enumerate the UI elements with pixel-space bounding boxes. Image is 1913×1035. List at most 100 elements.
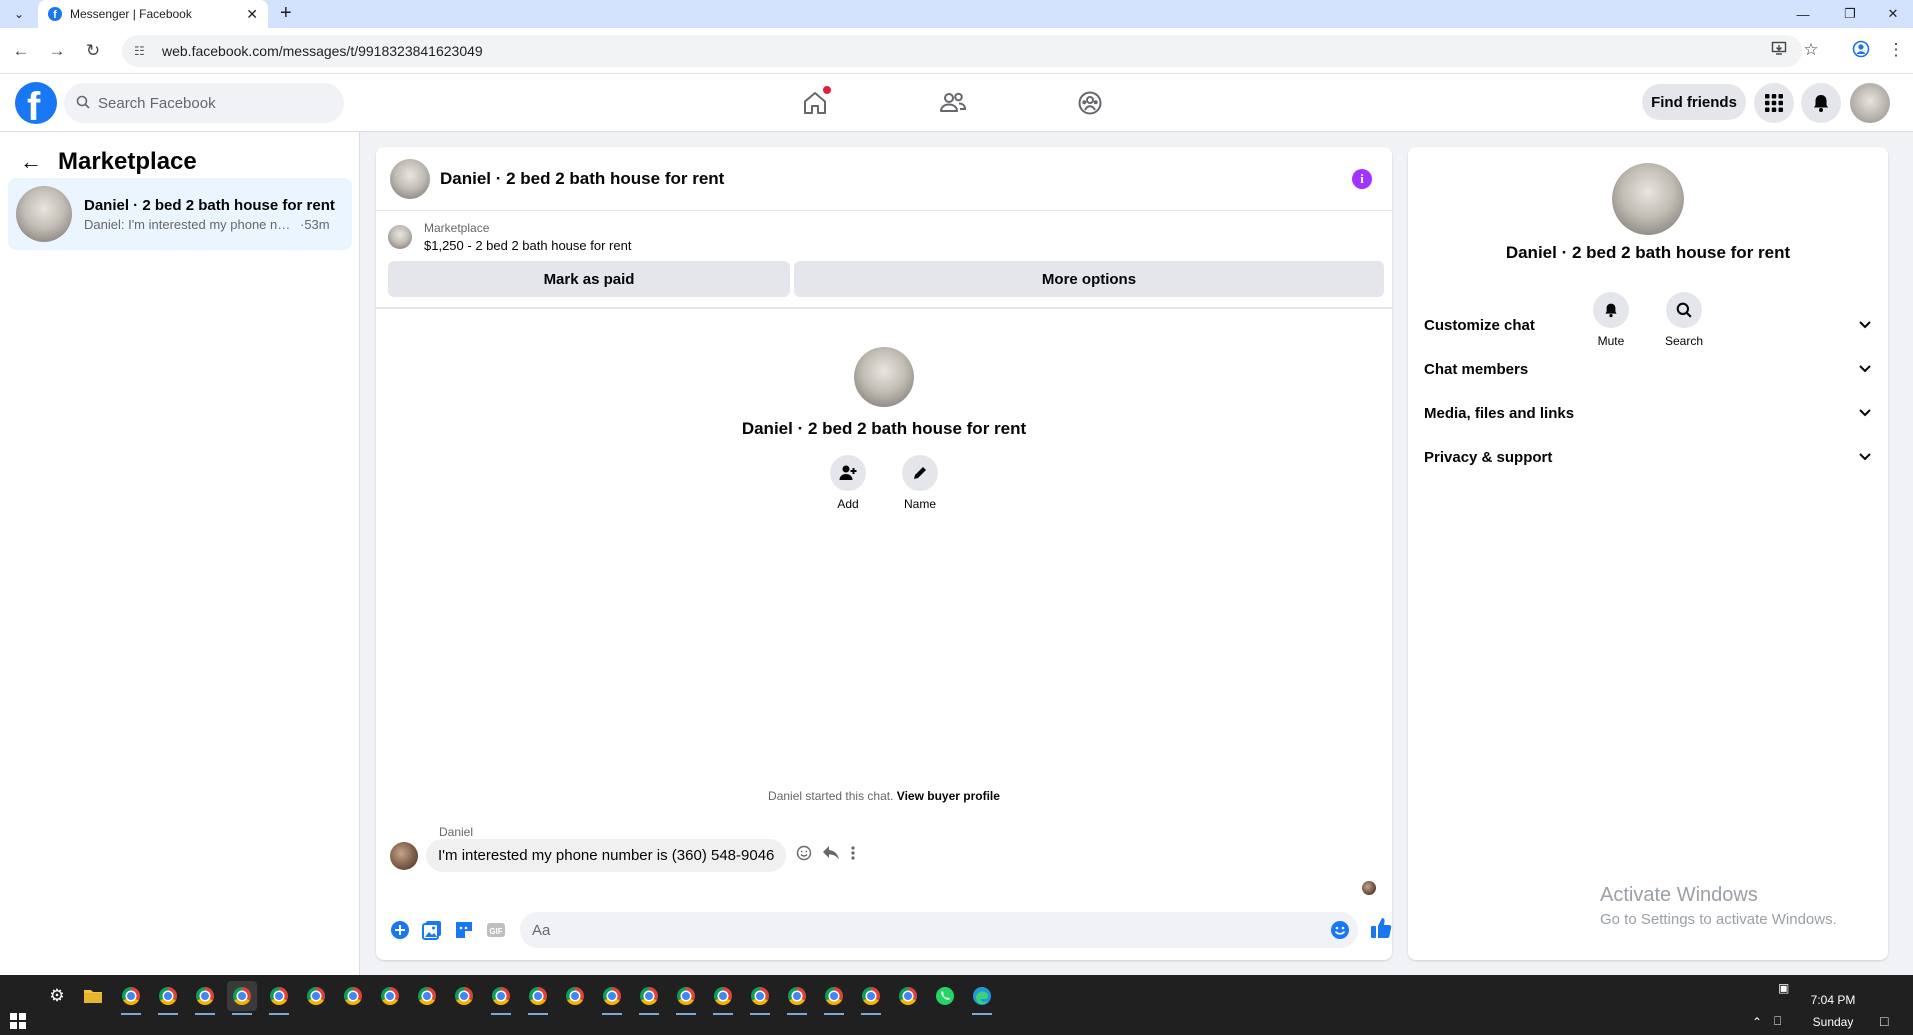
tab-close-icon[interactable]: ✕ <box>246 6 258 23</box>
notifications-button[interactable] <box>1801 83 1841 123</box>
chat-started-notice: Daniel started this chat. View buyer pro… <box>376 789 1392 803</box>
install-app-icon[interactable] <box>1768 40 1790 61</box>
chrome-taskbar-icon[interactable] <box>116 981 146 1015</box>
customize-chat-label: Customize chat <box>1424 316 1535 334</box>
marketplace-listing[interactable]: Marketplace $1,250 - 2 bed 2 bath house … <box>388 221 631 253</box>
whatsapp-icon[interactable] <box>930 981 960 1011</box>
clock-day[interactable]: Sunday <box>1808 1015 1858 1029</box>
chrome-taskbar-icon[interactable] <box>375 981 405 1011</box>
gif-icon[interactable]: GIF <box>486 920 506 940</box>
customize-chat-row[interactable]: Customize chat <box>1424 307 1872 343</box>
chrome-taskbar-icon[interactable] <box>893 981 923 1011</box>
file-explorer-icon[interactable] <box>78 981 108 1011</box>
chrome-taskbar-icon[interactable] <box>264 981 294 1015</box>
facebook-logo-icon[interactable]: f <box>15 82 57 124</box>
conversation-item[interactable]: Daniel · 2 bed 2 bath house for rent Dan… <box>8 178 352 250</box>
friends-nav-button[interactable] <box>923 82 983 124</box>
reply-icon[interactable] <box>822 845 840 866</box>
chat-header-avatar[interactable] <box>390 158 430 199</box>
photo-icon[interactable] <box>422 920 442 940</box>
bell-icon <box>1814 95 1828 112</box>
groups-nav-button[interactable] <box>1060 82 1120 124</box>
chevron-down-icon <box>1858 317 1872 334</box>
close-window-icon[interactable]: ✕ <box>1873 0 1913 28</box>
privacy-support-label: Privacy & support <box>1424 448 1553 466</box>
conversation-info-icon[interactable]: i <box>1352 169 1372 189</box>
notification-center-icon[interactable]: □ <box>1880 1013 1888 1029</box>
add-person-icon <box>839 465 857 480</box>
started-text: Daniel started this chat. <box>768 789 894 803</box>
chrome-taskbar-icon[interactable] <box>338 981 368 1011</box>
browser-menu-icon[interactable]: ⋮ <box>1885 40 1907 60</box>
chrome-taskbar-icon[interactable] <box>412 981 442 1011</box>
emoji-icon[interactable] <box>1330 920 1350 944</box>
home-nav-button[interactable] <box>785 82 845 124</box>
name-label: Name <box>903 497 936 511</box>
chrome-taskbar-icon[interactable] <box>227 981 257 1015</box>
sender-avatar[interactable] <box>390 841 418 870</box>
browser-tab[interactable]: f Messenger | Facebook ✕ <box>38 0 268 28</box>
chrome-taskbar-icon[interactable] <box>634 981 664 1015</box>
tab-search-chevron-icon[interactable]: ⌄ <box>8 3 30 25</box>
back-arrow-icon[interactable]: ← <box>20 149 42 175</box>
chrome-taskbar-icon[interactable] <box>597 981 627 1015</box>
more-actions-icon[interactable] <box>850 845 856 866</box>
chat-members-row[interactable]: Chat members <box>1424 351 1872 387</box>
chevron-down-icon <box>1858 449 1872 466</box>
chrome-taskbar-icon[interactable] <box>782 981 812 1015</box>
chrome-taskbar-icon[interactable] <box>745 981 775 1015</box>
facebook-search-input[interactable]: Search Facebook <box>64 83 344 123</box>
message-input[interactable]: Aa <box>520 912 1358 948</box>
chrome-taskbar-icon[interactable] <box>560 981 590 1011</box>
media-files-links-row[interactable]: Media, files and links <box>1424 395 1872 431</box>
sidebar-title: Marketplace <box>58 148 197 175</box>
back-icon[interactable]: ← <box>10 41 32 61</box>
forward-icon[interactable]: → <box>46 41 68 61</box>
plus-circle-icon[interactable] <box>390 920 410 940</box>
chrome-taskbar-icon[interactable] <box>819 981 849 1015</box>
chrome-taskbar-icon[interactable] <box>449 981 479 1011</box>
view-buyer-profile-link[interactable]: View buyer profile <box>897 789 1000 803</box>
sticker-icon[interactable] <box>454 920 474 940</box>
like-thumb-icon[interactable] <box>1370 917 1392 944</box>
conversation-name: Daniel · 2 bed 2 bath house for rent <box>84 196 335 214</box>
browser-tab-strip: ⌄ f Messenger | Facebook ✕ + — ❐ ✕ <box>0 0 1913 28</box>
new-tab-icon[interactable]: + <box>280 2 292 25</box>
network-icon[interactable]: ⎕ <box>1774 1014 1781 1029</box>
add-people-button[interactable]: Add <box>830 455 866 511</box>
find-friends-button[interactable]: Find friends <box>1642 84 1746 120</box>
restore-icon[interactable]: ❐ <box>1830 0 1870 28</box>
more-options-button[interactable]: More options <box>794 261 1384 297</box>
windows-start-icon[interactable] <box>10 1013 26 1029</box>
chrome-taskbar-icon[interactable] <box>856 981 886 1015</box>
chrome-taskbar-icon[interactable] <box>153 981 183 1015</box>
react-icon[interactable] <box>796 845 812 866</box>
settings-gear-icon[interactable]: ⚙ <box>42 981 72 1011</box>
chrome-taskbar-icon[interactable] <box>671 981 701 1015</box>
address-bar[interactable]: ☷ web.facebook.com/messages/t/9918323841… <box>122 35 1802 67</box>
profile-icon[interactable] <box>1850 40 1872 63</box>
minimize-icon[interactable]: — <box>1783 0 1823 28</box>
mark-as-paid-button[interactable]: Mark as paid <box>388 261 790 297</box>
chrome-taskbar-icon[interactable] <box>708 981 738 1015</box>
menu-grid-button[interactable] <box>1754 83 1794 123</box>
clock-time[interactable]: 7:04 PM <box>1808 993 1858 1007</box>
message-bubble[interactable]: I'm interested my phone number is (360) … <box>426 839 787 872</box>
reload-icon[interactable]: ↻ <box>82 41 104 61</box>
edge-icon[interactable] <box>967 981 997 1015</box>
divider <box>376 307 1392 309</box>
name-chat-button[interactable]: Name <box>902 455 938 511</box>
privacy-support-row[interactable]: Privacy & support <box>1424 439 1872 475</box>
show-hidden-icons-chevron-icon[interactable]: ⌃ <box>1752 1015 1762 1029</box>
bookmark-star-icon[interactable]: ☆ <box>1800 40 1822 60</box>
chat-members-label: Chat members <box>1424 360 1529 378</box>
account-avatar[interactable] <box>1850 83 1890 123</box>
chrome-taskbar-icon[interactable] <box>190 981 220 1015</box>
chrome-taskbar-icon[interactable] <box>523 981 553 1015</box>
site-info-icon[interactable]: ☷ <box>134 44 150 58</box>
activate-windows-watermark: Activate Windows Go to Settings to activ… <box>1600 884 1837 928</box>
chrome-taskbar-icon[interactable] <box>486 981 516 1015</box>
chat-title[interactable]: Daniel · 2 bed 2 bath house for rent <box>440 169 724 189</box>
meet-now-icon[interactable]: ▣ <box>1778 981 1789 995</box>
chrome-taskbar-icon[interactable] <box>301 981 331 1011</box>
